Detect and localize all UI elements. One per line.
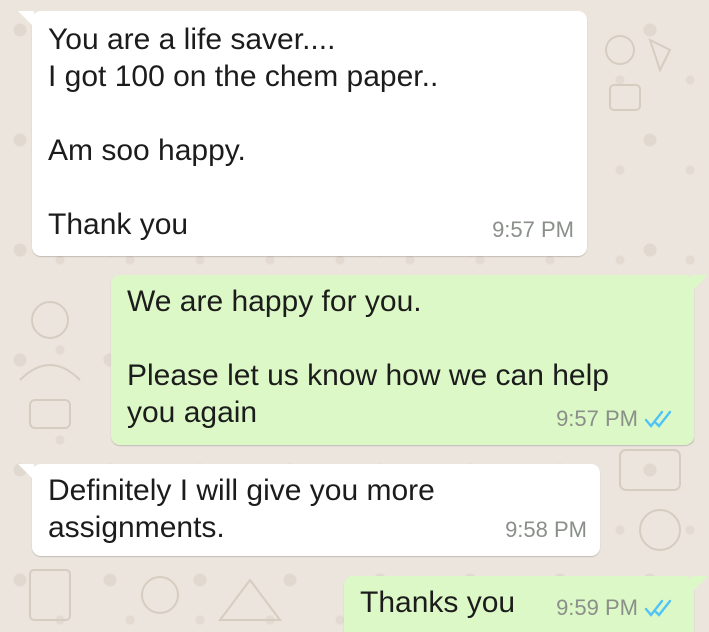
chat-message-outgoing[interactable]: Thanks you 9:59 PM: [344, 576, 708, 632]
message-meta: 9:57 PM: [556, 400, 678, 437]
message-meta: 9:59 PM: [556, 589, 678, 626]
message-text: Definitely I will give you more assignme…: [48, 474, 435, 544]
message-text: You are a life saver.... I got 100 on th…: [48, 23, 439, 241]
wallpaper-doodle-icon: [19, 301, 81, 429]
read-double-check-icon: [644, 599, 672, 617]
message-text: We are happy for you. Please let us know…: [127, 285, 609, 429]
chat-message-outgoing[interactable]: We are happy for you. Please let us know…: [111, 275, 708, 445]
wallpaper-doodle-icon: [619, 449, 681, 551]
bubble-tail: [692, 275, 708, 291]
message-timestamp: 9:57 PM: [556, 406, 638, 431]
chat-message-incoming[interactable]: You are a life saver.... I got 100 on th…: [18, 11, 587, 256]
bubble-tail: [18, 11, 34, 27]
bubble-tail: [692, 576, 708, 592]
chat-message-incoming[interactable]: Definitely I will give you more assignme…: [18, 464, 600, 556]
message-timestamp: 9:58 PM: [505, 517, 587, 542]
read-double-check-icon: [644, 410, 672, 428]
bubble-tail: [18, 464, 34, 480]
wallpaper-doodle-icon: [605, 35, 672, 111]
wallpaper-doodle-icon: [29, 569, 282, 621]
message-timestamp: 9:57 PM: [492, 217, 574, 242]
message-meta: 9:58 PM: [505, 511, 587, 548]
message-timestamp: 9:59 PM: [556, 595, 638, 620]
message-meta: 9:57 PM: [492, 211, 574, 248]
message-text: Thanks you: [360, 586, 516, 619]
